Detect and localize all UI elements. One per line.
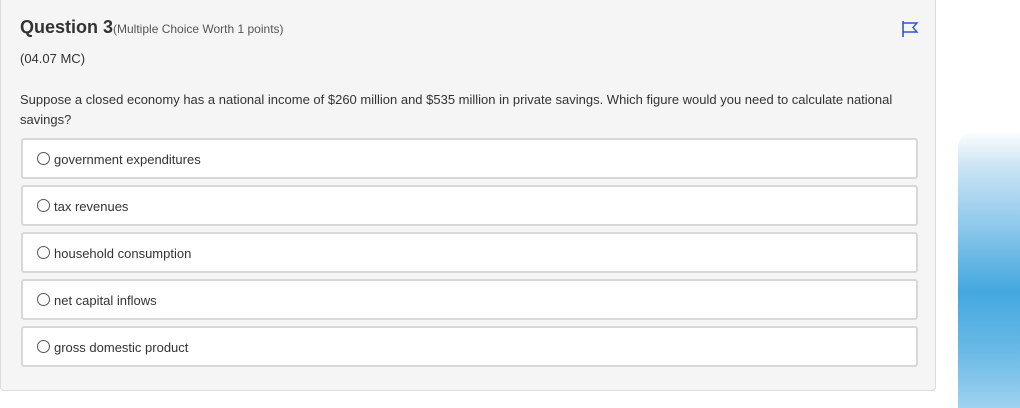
question-header: Question 3(Multiple Choice Worth 1 point… [20,17,284,38]
radio-button[interactable] [37,293,50,306]
answer-option-label: government expenditures [54,152,201,167]
radio-button[interactable] [37,246,50,259]
answer-option[interactable]: government expenditures [21,138,918,179]
answer-option[interactable]: net capital inflows [21,279,918,320]
question-text: Suppose a closed economy has a national … [20,92,893,127]
radio-button[interactable] [37,152,50,165]
page: Question 3(Multiple Choice Worth 1 point… [0,0,1020,408]
answer-option-label: tax revenues [54,199,129,214]
side-decoration-panel [958,130,1020,408]
flag-button[interactable] [900,19,920,39]
flag-icon [902,21,919,37]
question-card: Question 3(Multiple Choice Worth 1 point… [0,0,936,391]
question-meta: (Multiple Choice Worth 1 points) [113,22,284,36]
question-code: (04.07 MC) [20,51,86,66]
answer-options: government expenditures tax revenues hou… [21,138,918,373]
answer-option[interactable]: household consumption [21,232,918,273]
answer-option[interactable]: gross domestic product [21,326,918,367]
question-title: Question 3 [20,17,114,37]
answer-option-label: net capital inflows [54,293,157,308]
answer-option-label: household consumption [54,246,192,261]
radio-button[interactable] [37,340,50,353]
answer-option[interactable]: tax revenues [21,185,918,226]
answer-option-label: gross domestic product [54,340,189,355]
radio-button[interactable] [37,199,50,212]
